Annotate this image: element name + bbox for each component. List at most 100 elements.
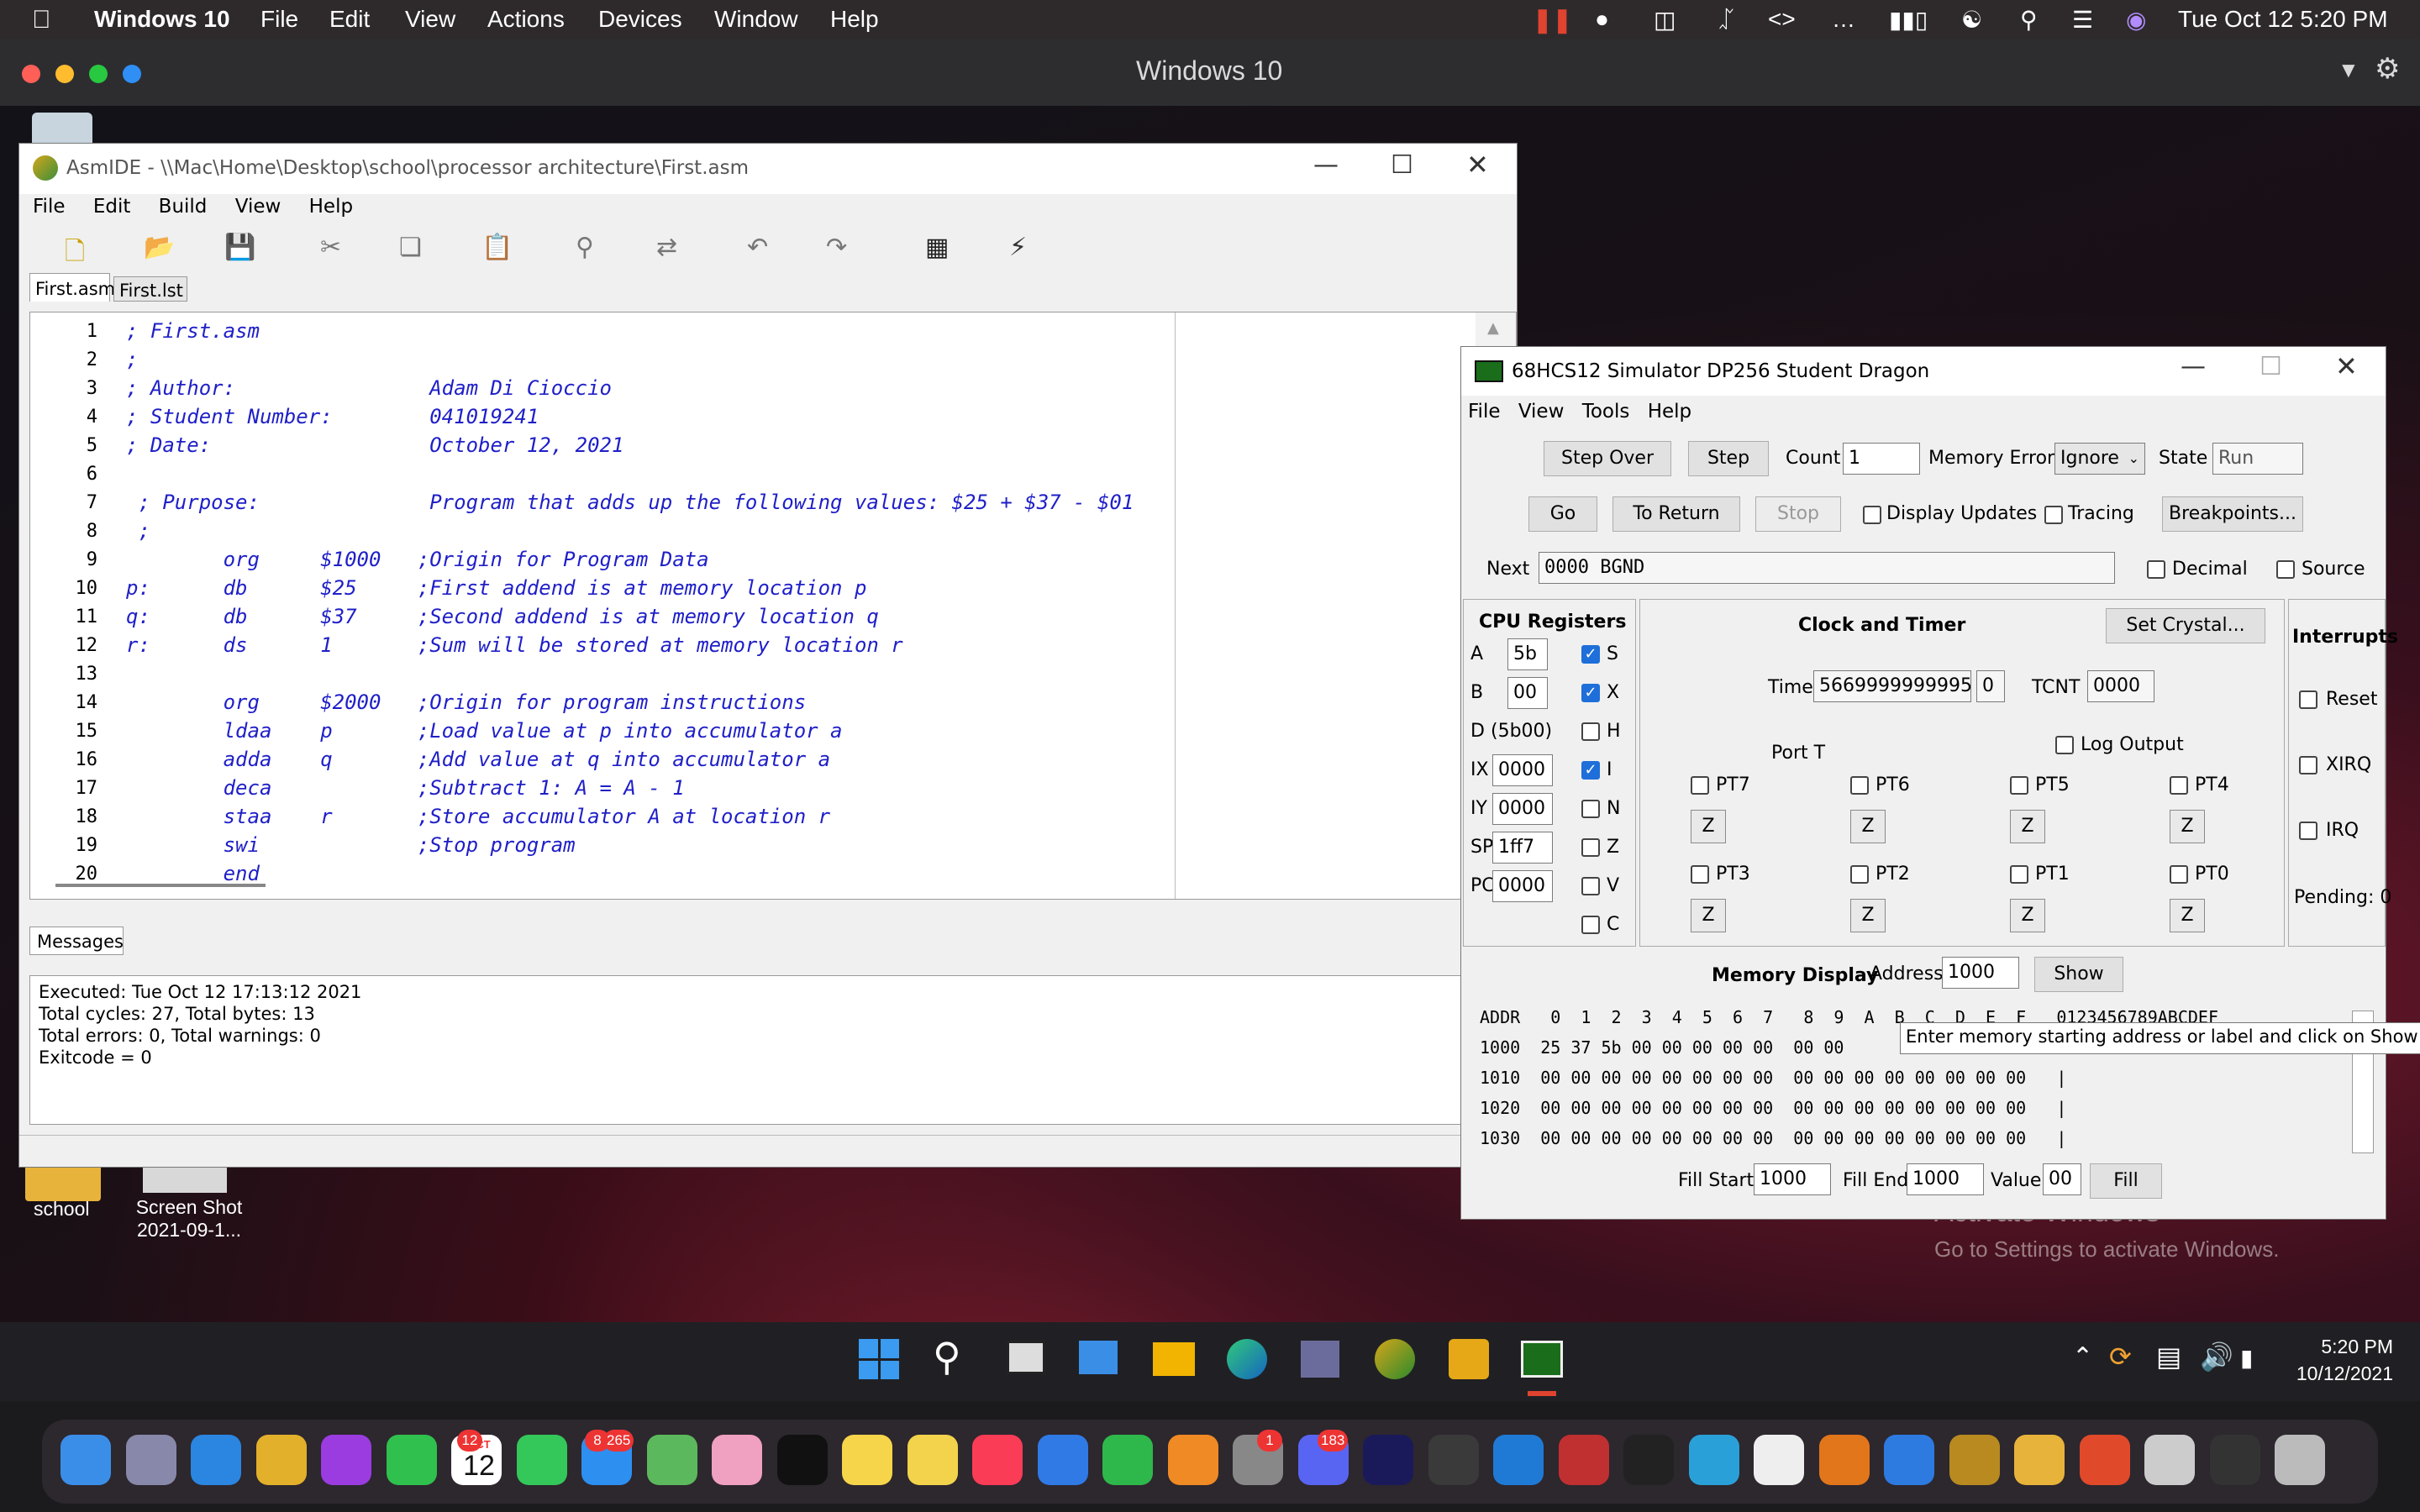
code-line[interactable]: ; Date: October 12, 2021 <box>126 433 623 462</box>
register-value[interactable]: 1ff7 <box>1492 832 1553 864</box>
chevron-down-icon[interactable]: ▼ <box>2338 57 2360 83</box>
flag-checkbox[interactable] <box>1581 838 1600 857</box>
set-crystal-button[interactable]: Set Crystal... <box>2106 608 2265 643</box>
flag-checkbox[interactable] <box>1581 722 1600 741</box>
taskbar-date[interactable]: 10/12/2021 <box>2272 1362 2393 1385</box>
music-icon[interactable] <box>972 1435 1023 1485</box>
close-window-icon[interactable] <box>22 65 40 83</box>
pin-checkbox[interactable] <box>2170 776 2188 795</box>
numbers-icon[interactable] <box>1102 1435 1153 1485</box>
code-line[interactable]: end <box>126 862 260 890</box>
apple-tv-icon[interactable] <box>776 1435 828 1485</box>
battery-icon[interactable]: ▮ <box>2240 1344 2253 1372</box>
minimize-window-icon[interactable] <box>55 65 74 83</box>
register-value[interactable]: 00 <box>1507 677 1548 709</box>
to-return-button[interactable]: To Return <box>1612 496 1740 532</box>
calculator-app-icon[interactable] <box>1301 1341 1339 1378</box>
edge-icon[interactable] <box>1227 1339 1267 1379</box>
replace-icon[interactable]: ⇄ <box>656 233 677 262</box>
mac-menu-view[interactable]: View <box>405 6 455 33</box>
irq-checkbox[interactable] <box>2299 822 2317 840</box>
decimal-checkbox[interactable] <box>2147 560 2165 579</box>
tracing-checkbox[interactable] <box>2044 506 2063 524</box>
photos-icon[interactable] <box>712 1435 762 1485</box>
stop-button[interactable]: Stop <box>1755 496 1841 532</box>
fill-button[interactable]: Fill <box>2090 1163 2162 1199</box>
source-checkbox[interactable] <box>2276 560 2295 579</box>
log-output-checkbox[interactable] <box>2055 736 2074 754</box>
pin-checkbox[interactable] <box>1691 776 1709 795</box>
safari-icon[interactable] <box>191 1435 241 1485</box>
code-line[interactable]: deca ;Subtract 1: A = A - 1 <box>126 776 685 805</box>
pin-checkbox[interactable] <box>2170 865 2188 884</box>
screen-icon[interactable] <box>2209 1435 2260 1485</box>
keynote-icon[interactable] <box>1037 1435 1088 1485</box>
menu-edit[interactable]: Edit <box>93 196 131 218</box>
desktop-icon-screenshot-label[interactable]: Screen Shot 2021-09-1... <box>126 1196 252 1242</box>
volume-icon[interactable]: 🔊 <box>2200 1341 2233 1373</box>
minimize-icon[interactable]: — <box>2181 352 2206 381</box>
mac-menu-devices[interactable]: Devices <box>598 6 682 33</box>
java-icon[interactable] <box>2079 1435 2130 1485</box>
sim-menu-file[interactable]: File <box>1468 401 1501 423</box>
windows-icon[interactable] <box>1884 1435 1934 1485</box>
chevron-up-icon[interactable]: ⌃ <box>2072 1342 2093 1372</box>
mac-menu-file[interactable]: File <box>260 6 298 33</box>
frame-icon[interactable] <box>1428 1435 1479 1485</box>
code-line[interactable]: ; Purpose: Program that adds up the foll… <box>126 491 1134 519</box>
run-lightning-icon[interactable]: ⚡ <box>1009 233 1027 262</box>
mac-menu-edit[interactable]: Edit <box>329 6 370 33</box>
code-line[interactable]: org $2000 ;Origin for program instructio… <box>126 690 807 719</box>
trash-icon[interactable] <box>2275 1435 2325 1485</box>
pin-z-button[interactable]: Z <box>2170 810 2205 843</box>
pin-checkbox[interactable] <box>1850 865 1869 884</box>
flag-checkbox[interactable] <box>1581 916 1600 934</box>
pages-icon[interactable] <box>1167 1435 1218 1485</box>
fill-start-input[interactable]: 1000 <box>1754 1163 1831 1195</box>
go-button[interactable]: Go <box>1528 496 1597 532</box>
code-line[interactable]: q: db $37 ;Second addend is at memory lo… <box>126 605 879 633</box>
dots-icon[interactable]: … <box>1832 6 1855 33</box>
finder-icon[interactable] <box>60 1435 111 1485</box>
build-icon[interactable]: ▦ <box>925 233 949 262</box>
address-input[interactable]: 1000 <box>1942 957 2019 989</box>
tab-first-asm[interactable]: First.asm <box>29 273 115 302</box>
widgets-icon[interactable] <box>1079 1341 1118 1374</box>
notes-icon[interactable] <box>842 1435 892 1485</box>
step-over-button[interactable]: Step Over <box>1544 441 1671 476</box>
battery-icon[interactable]: ▮▮▯ <box>1889 6 1928 34</box>
code-editor[interactable]: ▲ 1 ; First.asm 2; 3 ; Author: Adam Di Ciocc… <box>29 312 1517 900</box>
search-icon[interactable]: ⚲ <box>933 1334 961 1379</box>
code-line[interactable]: ; <box>126 519 150 548</box>
code-line[interactable]: ; <box>126 348 138 376</box>
redo-icon[interactable]: ↷ <box>826 233 847 262</box>
code-line[interactable]: adda q ;Add value at q into accumulator … <box>126 748 830 776</box>
code-brackets-icon[interactable]: <> <box>1768 6 1796 33</box>
zoom-window-icon[interactable] <box>89 65 108 83</box>
count-input[interactable]: 1 <box>1843 443 1920 475</box>
parallels-pause-icon[interactable]: ❚❚ <box>1533 6 1572 34</box>
open-folder-icon[interactable]: 📂 <box>144 233 175 262</box>
step-button[interactable]: Step <box>1688 441 1769 476</box>
sim-menu-help[interactable]: Help <box>1648 401 1691 423</box>
file-explorer-icon[interactable] <box>1153 1342 1195 1376</box>
code-line[interactable]: ldaa p ;Load value at p into accumulator… <box>126 719 843 748</box>
gear-icon[interactable]: ⚙ <box>2375 52 2400 86</box>
coherence-icon[interactable] <box>123 65 141 83</box>
paste-icon[interactable]: 📋 <box>481 233 513 262</box>
menu-help[interactable]: Help <box>309 196 353 218</box>
flag-checkbox[interactable]: ✓ <box>1581 761 1600 780</box>
close-icon[interactable]: ✕ <box>1466 149 1489 181</box>
chrome-icon[interactable] <box>255 1435 307 1485</box>
circle-status-icon[interactable]: ● <box>1595 6 1609 33</box>
facetime-icon[interactable] <box>386 1435 437 1485</box>
textedit-icon[interactable] <box>1754 1435 1804 1485</box>
memory-errors-select[interactable]: Ignore ⌄ <box>2054 443 2145 475</box>
display-updates-checkbox[interactable] <box>1863 506 1881 524</box>
register-value[interactable]: 0000 <box>1492 754 1553 786</box>
metamask-icon[interactable] <box>1818 1435 1870 1485</box>
reset-checkbox[interactable] <box>2299 690 2317 709</box>
app-taskbar-icon[interactable] <box>1449 1339 1489 1379</box>
close-icon[interactable]: ✕ <box>2335 350 2358 382</box>
scroll-up-icon[interactable]: ▲ <box>1487 319 1499 337</box>
